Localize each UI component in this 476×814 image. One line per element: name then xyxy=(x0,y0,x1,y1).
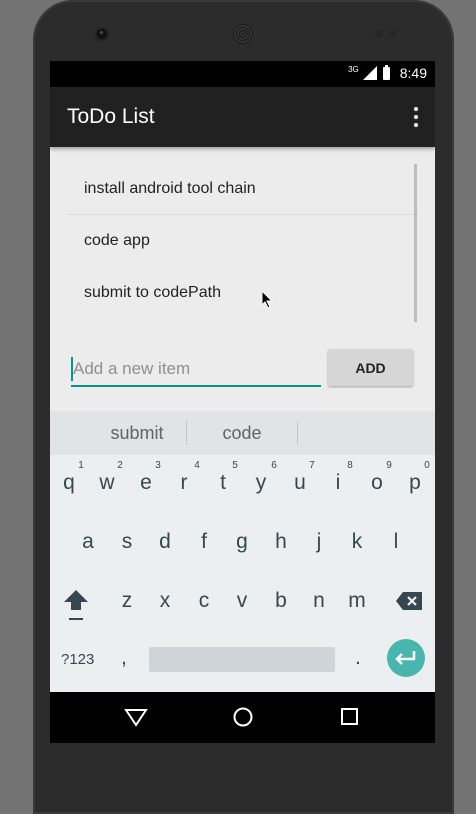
key-hint: 4 xyxy=(194,460,200,471)
comma-key[interactable]: , xyxy=(121,646,127,670)
device-screen: 3G 8:49 ToDo List install android tool c… xyxy=(50,61,435,743)
list-item[interactable]: install android tool chain xyxy=(67,163,418,215)
new-item-input[interactable] xyxy=(71,353,321,387)
key-s[interactable]: s xyxy=(108,530,146,554)
key-a[interactable]: a xyxy=(69,530,107,554)
key-hint: 1 xyxy=(78,460,84,471)
key-t[interactable]: t xyxy=(204,471,242,495)
suggestion-item[interactable]: submit xyxy=(90,411,184,455)
key-z[interactable]: z xyxy=(108,589,146,613)
key-hint: 3 xyxy=(155,460,161,471)
proximity-sensor xyxy=(375,30,383,38)
key-o[interactable]: o xyxy=(358,471,396,495)
key-u[interactable]: u xyxy=(281,471,319,495)
key-hint: 9 xyxy=(386,460,392,471)
key-l[interactable]: l xyxy=(377,530,415,554)
key-hint: 7 xyxy=(309,460,315,471)
key-hint: 2 xyxy=(117,460,123,471)
key-w[interactable]: w xyxy=(88,471,126,495)
soft-keyboard: submit code 1 2 3 4 5 6 7 8 9 0 q w e r … xyxy=(50,411,435,692)
more-vert-icon[interactable] xyxy=(411,107,421,127)
suggestion-divider xyxy=(186,421,187,445)
key-i[interactable]: i xyxy=(319,471,357,495)
key-hint: 0 xyxy=(424,460,430,471)
key-n[interactable]: n xyxy=(300,589,338,613)
list-scrollbar[interactable] xyxy=(414,164,417,322)
list-item[interactable]: submit to codePath xyxy=(67,267,418,319)
status-bar: 3G 8:49 xyxy=(50,61,435,87)
navigation-bar xyxy=(50,692,435,743)
app-bar: ToDo List xyxy=(50,87,435,147)
key-h[interactable]: h xyxy=(262,530,300,554)
key-hint: 6 xyxy=(271,460,277,471)
key-g[interactable]: g xyxy=(223,530,261,554)
app-title: ToDo List xyxy=(67,105,155,128)
suggestion-divider xyxy=(297,421,298,445)
key-j[interactable]: j xyxy=(300,530,338,554)
back-icon[interactable] xyxy=(124,705,148,729)
battery-icon xyxy=(382,64,390,80)
period-key[interactable]: . xyxy=(355,646,361,670)
home-icon[interactable] xyxy=(231,705,255,729)
front-camera xyxy=(97,29,107,39)
phone-top-bezel xyxy=(33,0,454,62)
suggestion-item[interactable]: code xyxy=(190,411,294,455)
add-button[interactable]: ADD xyxy=(328,349,413,386)
key-q[interactable]: q xyxy=(50,471,88,495)
light-sensor xyxy=(389,30,397,38)
suggestion-strip: submit code xyxy=(50,411,435,455)
key-b[interactable]: b xyxy=(262,589,300,613)
network-type: 3G xyxy=(348,64,359,74)
key-y[interactable]: y xyxy=(242,471,280,495)
earpiece-speaker xyxy=(233,24,253,44)
backspace-icon[interactable] xyxy=(395,591,423,611)
list-item[interactable]: finish xyxy=(67,319,418,323)
key-x[interactable]: x xyxy=(146,589,184,613)
status-time: 8:49 xyxy=(399,65,427,81)
key-hint: 8 xyxy=(347,460,353,471)
key-d[interactable]: d xyxy=(146,530,184,554)
shift-icon[interactable] xyxy=(62,588,90,622)
enter-key[interactable] xyxy=(387,639,425,677)
key-c[interactable]: c xyxy=(185,589,223,613)
recents-icon[interactable] xyxy=(338,705,362,729)
list-item[interactable]: code app xyxy=(67,215,418,267)
symbols-key[interactable]: ?123 xyxy=(61,651,94,668)
key-e[interactable]: e xyxy=(127,471,165,495)
key-k[interactable]: k xyxy=(338,530,376,554)
text-caret xyxy=(71,357,73,381)
enter-arrow-icon xyxy=(395,651,416,665)
key-m[interactable]: m xyxy=(338,589,376,613)
spacebar[interactable] xyxy=(149,647,335,672)
todo-list[interactable]: install android tool chain code app subm… xyxy=(67,163,418,323)
key-v[interactable]: v xyxy=(223,589,261,613)
key-r[interactable]: r xyxy=(165,471,203,495)
key-f[interactable]: f xyxy=(185,530,223,554)
key-p[interactable]: p xyxy=(396,471,434,495)
key-hint: 5 xyxy=(232,460,238,471)
signal-icon xyxy=(362,66,377,80)
